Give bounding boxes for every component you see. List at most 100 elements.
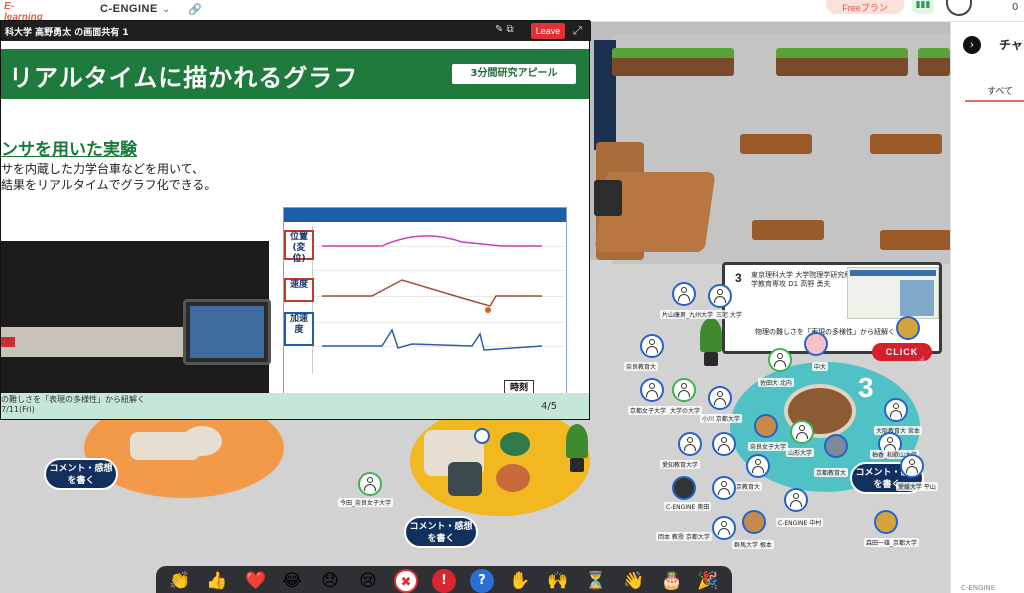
avatar[interactable] — [712, 516, 736, 540]
avatar[interactable] — [708, 386, 732, 410]
avatar[interactable] — [874, 510, 898, 534]
chat-title: チャ — [999, 38, 1023, 52]
avatar[interactable] — [746, 454, 770, 478]
slide-body-line: 結果をリアルタイムでグラフ化できる。 — [1, 178, 217, 192]
close-icon[interactable]: ✖ — [394, 569, 418, 593]
exclamation-icon[interactable]: ! — [432, 569, 456, 593]
avatar[interactable] — [474, 428, 490, 444]
link-icon[interactable]: 🔗 — [188, 3, 202, 16]
avatar[interactable] — [358, 472, 382, 496]
person-icon — [646, 339, 658, 353]
profile-button[interactable] — [946, 0, 972, 16]
avatar[interactable] — [672, 282, 696, 306]
position-curve — [322, 235, 542, 247]
cake-icon[interactable]: 🎂 — [660, 569, 684, 593]
bench — [870, 134, 942, 154]
video-tablet — [183, 299, 271, 365]
question-icon[interactable]: ? — [470, 569, 494, 593]
avatar[interactable] — [896, 316, 920, 340]
party-icon[interactable]: 🎉 — [696, 569, 720, 593]
person-icon — [718, 521, 730, 535]
avatar[interactable] — [672, 476, 696, 500]
plan-button[interactable]: Freeプラン — [826, 0, 904, 14]
bench — [740, 134, 812, 154]
top-right-counter: 0 — [1012, 2, 1019, 13]
person-icon — [774, 353, 786, 367]
avatar-name: 片山康男_九州大学 — [660, 310, 716, 319]
avatar[interactable] — [824, 434, 848, 458]
person-icon — [906, 459, 918, 473]
avatar[interactable] — [784, 488, 808, 512]
sad-icon[interactable]: 😞 — [318, 569, 342, 593]
avatar[interactable] — [708, 284, 732, 308]
app-logo[interactable]: E-learning — [4, 1, 50, 23]
raised-hands-icon[interactable]: 🙌 — [546, 569, 570, 593]
chevron-right-icon[interactable]: › — [963, 36, 981, 54]
thumbs-up-icon[interactable]: 👍 — [205, 569, 229, 593]
velocity-curve — [322, 279, 542, 307]
graph-label-text: (変位) — [292, 243, 306, 264]
slide-footer-line: の難しさを「表現の多様性」から紐解く — [1, 395, 145, 404]
laughing-icon[interactable]: 😂 — [280, 569, 304, 593]
comment-sign-middle[interactable]: コメント・感想を書く — [404, 516, 478, 548]
board-thumbnail-image — [900, 280, 934, 316]
avatar[interactable] — [754, 414, 778, 438]
slide-body: サを内蔵した力学台車などを用いて、 結果をリアルタイムでグラフ化できる。 — [1, 161, 281, 193]
pointer-hand-icon: ☝ — [918, 354, 926, 368]
slide-page-number: 4/5 — [541, 401, 558, 412]
video-tablet-screen — [190, 306, 264, 358]
avatar-name: C-ENGINE 中村 — [776, 518, 824, 527]
avatar-name: 大阪教育大 宮本 — [874, 426, 922, 435]
avatar-name: 森田一雄_京都大学 — [864, 538, 920, 547]
waving-hand-icon[interactable]: 👋 — [622, 569, 646, 593]
chat-tab-all[interactable]: すべて — [987, 84, 1013, 97]
avatar[interactable] — [678, 432, 702, 456]
reaction-bar: 👏 👍 ❤️ 😂 😞 😢 ✖ ! ? ✋ 🙌 ⏳ 👋 🎂 🎉 — [156, 566, 732, 593]
presenter-board[interactable]: 3 東京理科大学 大学院理学研究科 科学教育専攻 D1 高野 勇夫 物理の難しさ… — [722, 262, 942, 354]
avatar[interactable] — [712, 432, 736, 456]
expand-icon[interactable]: ⤢ — [573, 24, 582, 38]
app-name[interactable]: C-ENGINE — [100, 3, 158, 15]
plant-pot — [570, 458, 584, 472]
person-icon — [714, 289, 726, 303]
avatar-name: 今田_奈良女子大学 — [338, 498, 394, 507]
avatar-name: 奈良女子大学 — [748, 442, 789, 451]
board-thumbnail[interactable] — [847, 267, 939, 319]
avatar-name: 中大 — [812, 362, 829, 371]
crying-icon[interactable]: 😢 — [356, 569, 380, 593]
avatar[interactable] — [900, 454, 924, 478]
board-university: 東京理科大学 大学院理学研究科 科学教育専攻 D1 高野 勇夫 — [751, 271, 861, 288]
avatar[interactable] — [742, 510, 766, 534]
leave-button[interactable]: Leave — [531, 23, 565, 39]
avatar[interactable] — [790, 420, 814, 444]
avatar[interactable] — [712, 476, 736, 500]
avatar[interactable] — [804, 332, 828, 356]
pouf — [496, 464, 530, 492]
avatar[interactable] — [640, 334, 664, 358]
avatar[interactable] — [768, 348, 792, 372]
edit-icon[interactable]: ✎ ⧉ — [495, 24, 514, 35]
cursor-dot — [485, 307, 491, 313]
chevron-down-icon[interactable]: ⌄ — [162, 4, 170, 15]
screen-share-window[interactable]: 科大学 高野勇太 の画面共有 1 ✎ ⧉ Leave ⤢ リアルタイムに描かれる… — [0, 20, 591, 420]
plant — [700, 318, 722, 352]
raised-hand-icon[interactable]: ✋ — [508, 569, 532, 593]
graph-label-acceleration: 加速度 — [284, 312, 314, 346]
board-number: 3 — [735, 271, 742, 285]
avatar[interactable] — [640, 378, 664, 402]
avatar-name: 三宅 大学 — [714, 310, 744, 319]
hourglass-icon[interactable]: ⏳ — [584, 569, 608, 593]
clap-icon[interactable]: 👏 — [168, 569, 192, 593]
avatar[interactable] — [672, 378, 696, 402]
heart-icon[interactable]: ❤️ — [244, 569, 268, 593]
person-icon — [684, 437, 696, 451]
pouf — [500, 432, 530, 456]
comment-sign-left[interactable]: コメント・感想を書く — [44, 458, 118, 490]
person-icon — [718, 481, 730, 495]
avatar-name: 山形大学 — [786, 448, 815, 457]
person-icon — [714, 391, 726, 405]
graph-app-screenshot: 位置 (変位) 速度 加速度 時刻 — [283, 207, 567, 407]
avatar[interactable] — [884, 398, 908, 422]
person-icon — [790, 493, 802, 507]
avatar-name: 愛媛大学 平山 — [896, 482, 938, 491]
